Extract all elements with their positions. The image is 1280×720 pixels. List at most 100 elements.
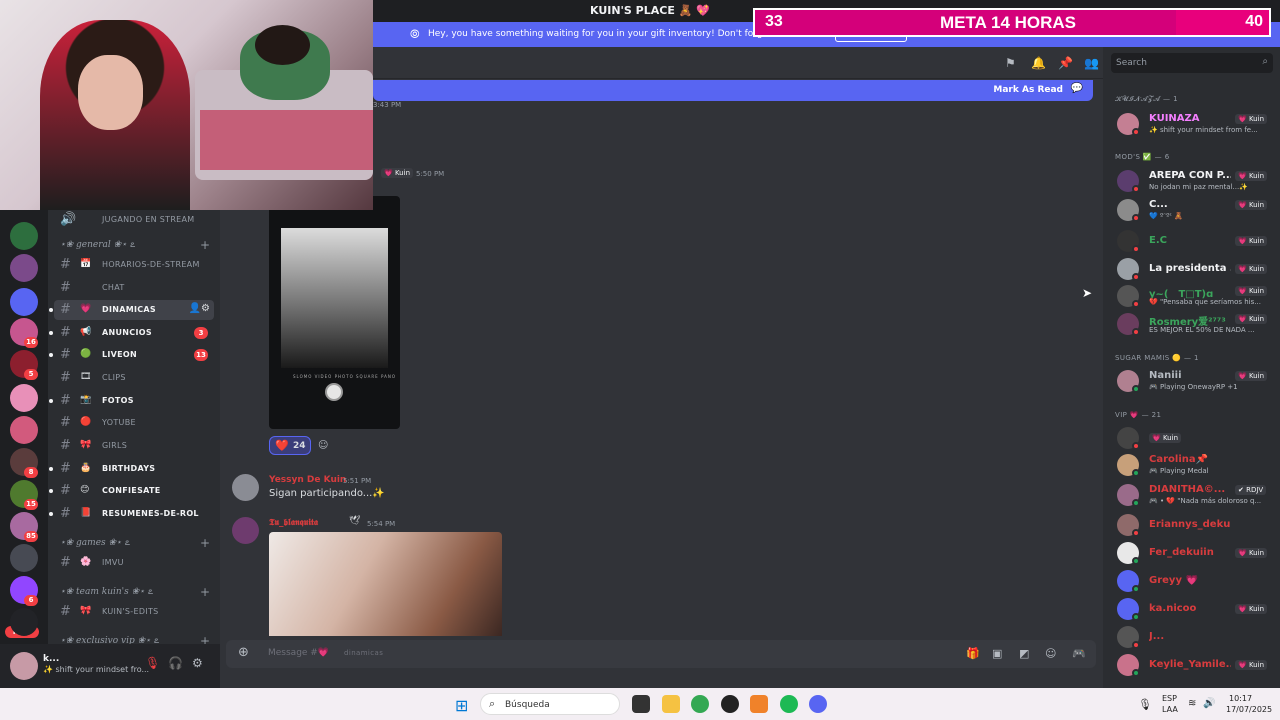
- channel-anuncios[interactable]: # 📢 ANUNCIOS 3: [49, 323, 214, 343]
- search-icon: ⌕: [489, 697, 496, 710]
- member-item[interactable]: Fer_dekuiin 💗 Kuin: [1117, 540, 1277, 566]
- member-item[interactable]: Greyy 💗: [1117, 568, 1277, 594]
- server-icon[interactable]: [10, 608, 38, 636]
- channel-jugando-en-stream[interactable]: 🔊 JUGANDO EN STREAM: [54, 210, 214, 230]
- mouse-cursor-icon: ➤: [1082, 286, 1093, 300]
- message-author[interactable]: 𝕿𝖚_𝖇𝖑𝖆𝖓𝖖𝖚𝖎𝖙𝖆: [269, 518, 318, 528]
- add-channel-icon[interactable]: +: [200, 536, 210, 550]
- avatar[interactable]: [232, 517, 259, 544]
- reaction-heart[interactable]: ❤️ 24: [269, 436, 311, 455]
- channel-clips[interactable]: # 🎞 CLIPS: [54, 368, 214, 388]
- member-name: ka.nicoo: [1149, 603, 1197, 614]
- file-explorer-icon[interactable]: [662, 695, 680, 713]
- member-role-badge: 💗 Kuin: [1235, 371, 1268, 381]
- channel-chat[interactable]: # CHAT: [54, 278, 214, 298]
- mark-as-read-label[interactable]: Mark As Read: [993, 85, 1063, 95]
- member-item[interactable]: y~( T□T)ɑ 💗 Kuin 💔 "Pensaba que seríamos h…: [1117, 283, 1277, 309]
- member-item[interactable]: Eriannys_dekuiin: [1117, 512, 1277, 538]
- avatar[interactable]: [10, 652, 38, 680]
- settings-icon[interactable]: ⚙: [192, 656, 203, 670]
- member-item[interactable]: 💗 Kuin: [1117, 425, 1277, 451]
- member-item[interactable]: J...: [1117, 624, 1277, 650]
- status-indicator: [1132, 499, 1140, 507]
- add-channel-icon[interactable]: +: [200, 238, 210, 252]
- member-item[interactable]: Rosmery爱²⁷⁷³ 💗 Kuin ES MEJOR EL 50% DE NAD…: [1117, 311, 1277, 337]
- sticker-icon[interactable]: ◩: [1019, 647, 1029, 660]
- channel-name: FOTOS: [102, 396, 134, 405]
- member-activity: ✨ shift your mindset from fe...: [1149, 126, 1258, 134]
- channel-confiesate[interactable]: # 😊 CONFIESATE: [49, 481, 214, 501]
- status-indicator: [1132, 385, 1140, 393]
- category-label: ⋆❀ general ❀⋆ ఽ: [60, 240, 135, 250]
- add-attachment-icon[interactable]: ⊕: [238, 645, 249, 660]
- clock-time[interactable]: 10:17: [1229, 694, 1252, 703]
- chrome-icon[interactable]: [691, 695, 709, 713]
- windows-start-icon[interactable]: ⊞: [455, 696, 468, 715]
- language-top[interactable]: ESP: [1162, 694, 1177, 703]
- server-icon[interactable]: [10, 222, 38, 250]
- channel-category[interactable]: ⋆❀ general ❀⋆ ఽ +: [60, 238, 210, 252]
- member-item[interactable]: Naniii 💗 Kuin 🎮 Playing OnewayRP +1: [1117, 368, 1277, 394]
- channel-girls[interactable]: # 🎀 GIRLS: [54, 436, 214, 456]
- channel-birthdays[interactable]: # 🎂 BIRTHDAYS: [49, 459, 214, 479]
- channel-dinamicas[interactable]: # 💗 DINAMICAS 👤⚙: [49, 300, 214, 320]
- server-icon[interactable]: [10, 544, 38, 572]
- channel-kuin-s-edits[interactable]: # 🎀 KUIN'S-EDITS: [54, 602, 214, 622]
- taskbar-search[interactable]: ⌕ Búsqueda: [480, 693, 620, 715]
- member-item[interactable]: KUINAZA 💗 Kuin ✨ shift your mindset from f…: [1117, 111, 1277, 137]
- channel-imvu[interactable]: # 🌸 IMVU: [54, 553, 214, 573]
- apps-icon[interactable]: 🎮: [1072, 647, 1086, 660]
- channel-yotube[interactable]: # 🔴 YOTUBE: [54, 413, 214, 433]
- status-indicator: [1132, 214, 1140, 222]
- server-icon[interactable]: [10, 416, 38, 444]
- member-item[interactable]: DIANITHA©... ✔ RDJV 🎮 • 💔 "Nada más doloro…: [1117, 482, 1277, 508]
- channel-resumenes-de-rol[interactable]: # 📕 RESUMENES-DE-ROL: [49, 504, 214, 524]
- channel-horarios-de-stream[interactable]: # 📅 HORARIOS-DE-STREAM: [54, 255, 214, 275]
- avatar[interactable]: [232, 474, 259, 501]
- gif-icon[interactable]: ▣: [992, 647, 1002, 660]
- channel-settings-icon[interactable]: 👤⚙: [189, 303, 210, 314]
- user-status: ✨ shift your mindset fro...: [43, 665, 150, 674]
- member-item[interactable]: AREPA CON P... 💗 Kuin No jodan mi paz ment…: [1117, 168, 1277, 194]
- search-input[interactable]: Search ⌕: [1111, 53, 1273, 73]
- member-role-badge: ✔ RDJV: [1235, 485, 1267, 495]
- member-item[interactable]: C... 💗 Kuin 💙 ºᵔºᵋ 🧸: [1117, 197, 1277, 223]
- server-icon[interactable]: [10, 384, 38, 412]
- app-icon[interactable]: [750, 695, 768, 713]
- server-icon[interactable]: [10, 288, 38, 316]
- channel-name: CHAT: [102, 283, 125, 292]
- member-item[interactable]: ka.nicoo 💗 Kuin: [1117, 596, 1277, 622]
- member-item[interactable]: Keylie_Yamile... 💗 Kuin: [1117, 652, 1277, 678]
- wifi-icon[interactable]: ≋: [1188, 698, 1196, 709]
- channel-fotos[interactable]: # 📸 FOTOS: [49, 391, 214, 411]
- channel-category[interactable]: ⋆❀ games ❀⋆ ఽ +: [60, 536, 210, 550]
- channel-liveon[interactable]: # 🟢 LIVEON 13: [49, 345, 214, 365]
- emoji-icon[interactable]: ☺: [1045, 647, 1056, 660]
- microphone-icon[interactable]: 🎙: [1138, 698, 1152, 711]
- role-header: VIP 💗 — 21: [1115, 411, 1162, 419]
- add-channel-icon[interactable]: +: [200, 585, 210, 599]
- mute-mic-icon[interactable]: 🎙: [145, 656, 160, 670]
- selfie-attachment[interactable]: [269, 532, 502, 636]
- clock-date[interactable]: 17/07/2025: [1226, 705, 1272, 714]
- member-item[interactable]: Carolina📌 🎮 Playing Medal: [1117, 452, 1277, 478]
- message-time: 5:50 PM: [416, 170, 445, 178]
- deafen-icon[interactable]: 🎧: [168, 656, 183, 670]
- obs-icon[interactable]: [721, 695, 739, 713]
- message-author[interactable]: Yessyn De Kuin: [269, 475, 346, 485]
- message-composer[interactable]: ⊕ Message #💗 dinamicas 🎁 ▣ ◩ ☺ 🎮: [226, 640, 1096, 668]
- language-bottom[interactable]: LAA: [1162, 705, 1178, 714]
- mark-as-read-bar[interactable]: Mark As Read 💬: [373, 80, 1093, 101]
- spotify-icon[interactable]: [780, 695, 798, 713]
- volume-icon[interactable]: 🔊: [1203, 698, 1215, 709]
- add-reaction-icon[interactable]: ☺: [318, 440, 328, 451]
- phone-screenshot-attachment[interactable]: SLOMO VIDEO PHOTO SQUARE PANO: [269, 196, 400, 429]
- user-name[interactable]: k...: [43, 654, 59, 664]
- gift-icon[interactable]: 🎁: [966, 647, 980, 660]
- member-item[interactable]: La presidenta ... 💗 Kuin: [1117, 256, 1277, 282]
- task-view-icon[interactable]: [632, 695, 650, 713]
- server-icon[interactable]: [10, 254, 38, 282]
- channel-category[interactable]: ⋆❀ team kuin's ❀⋆ ఽ +: [60, 585, 210, 599]
- discord-icon[interactable]: [809, 695, 827, 713]
- member-item[interactable]: E.C 💗 Kuin: [1117, 228, 1277, 254]
